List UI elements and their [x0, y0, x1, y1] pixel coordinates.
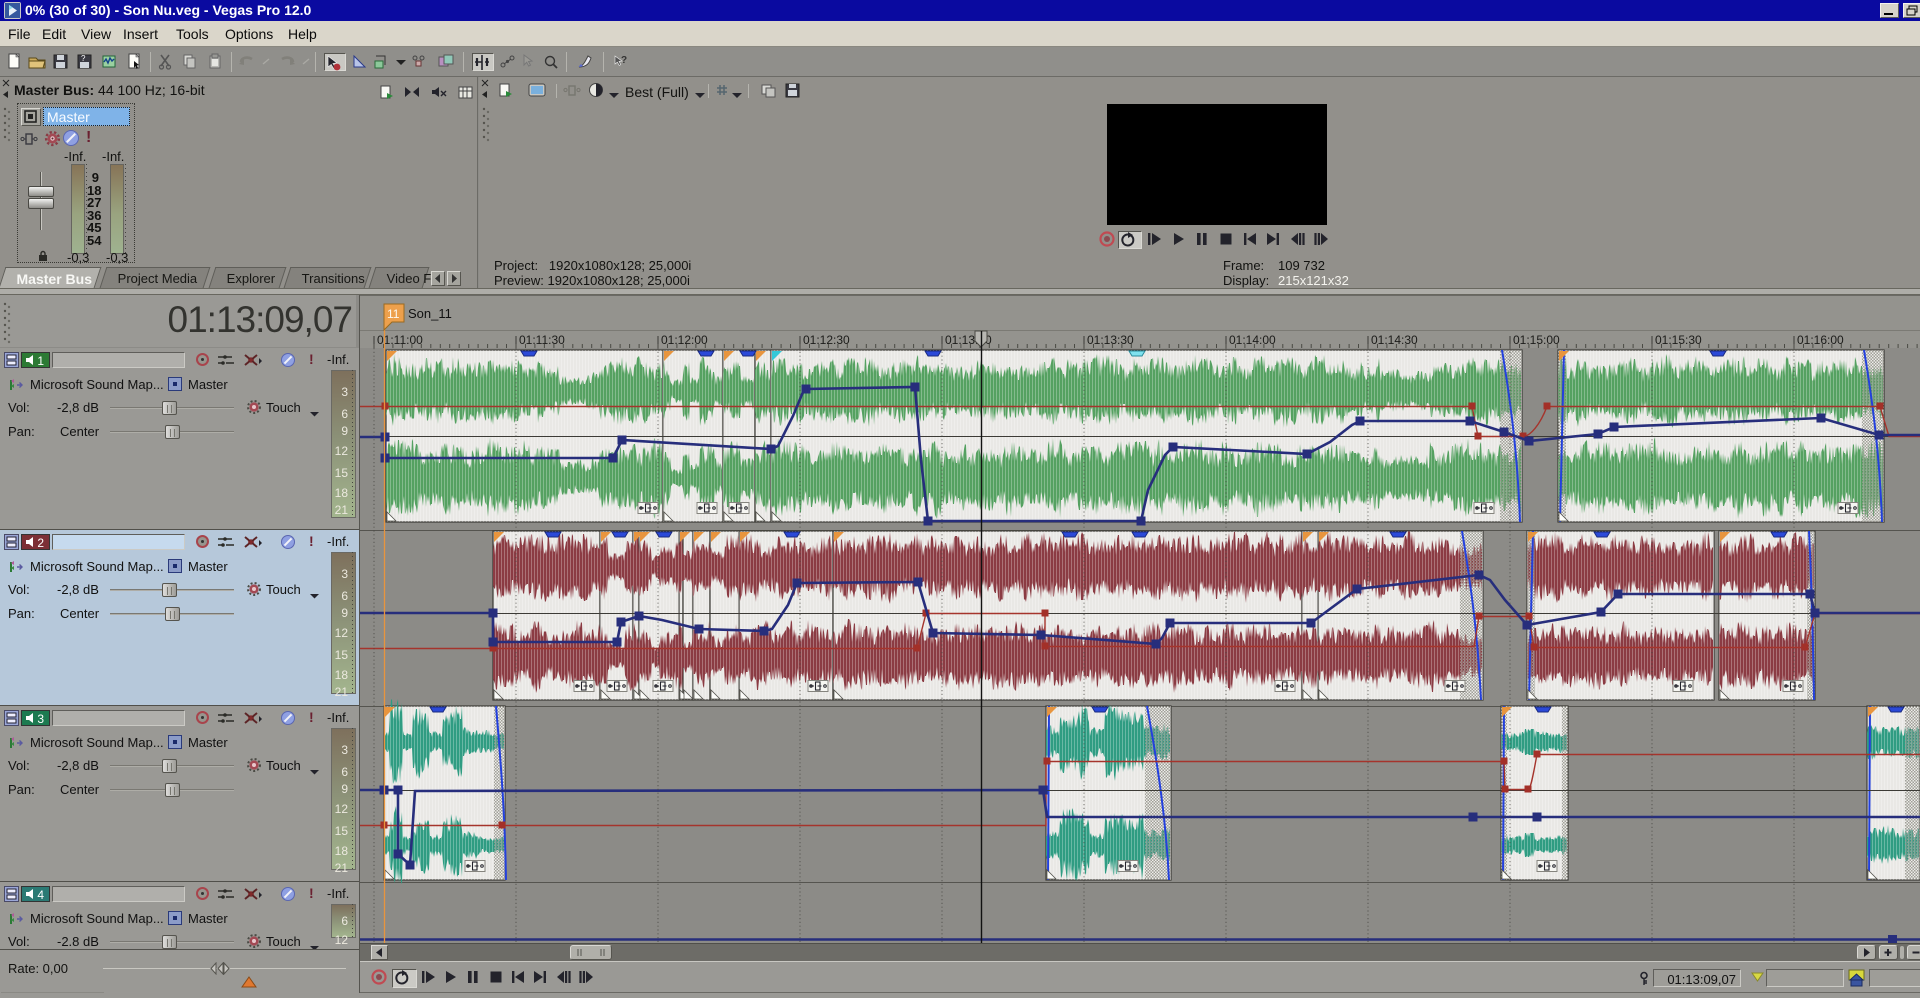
svg-text:?: ?: [621, 55, 627, 66]
svg-text:11: 11: [387, 307, 400, 321]
svg-text:01:14:30: 01:14:30: [1371, 333, 1418, 347]
svg-text:01:15:30: 01:15:30: [1655, 333, 1702, 347]
svg-text:01:14:00: 01:14:00: [1229, 333, 1276, 347]
svg-text:Son_11: Son_11: [408, 306, 452, 321]
svg-text:?: ?: [81, 54, 86, 63]
svg-text:01:12:30: 01:12:30: [803, 333, 850, 347]
svg-text:01:13:30: 01:13:30: [1087, 333, 1134, 347]
svg-text:01:15:00: 01:15:00: [1513, 333, 1560, 347]
svg-text:01:12:00: 01:12:00: [661, 333, 708, 347]
svg-text:01:16:00: 01:16:00: [1797, 333, 1844, 347]
